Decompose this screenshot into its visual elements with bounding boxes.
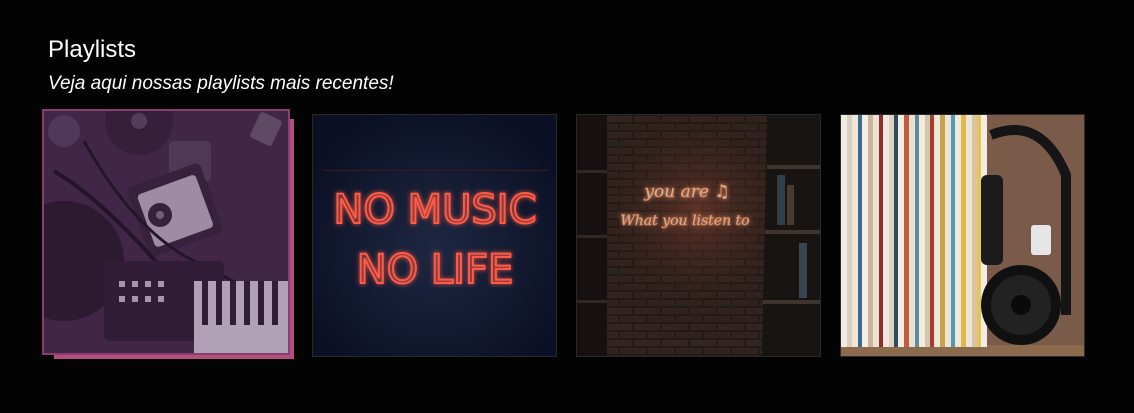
playlist-cover-vinyl-records (840, 114, 1085, 357)
neon-text-line2: NO LIFE (357, 247, 513, 293)
neon-text-line1: NO MUSIC (333, 187, 536, 233)
playlist-card-no-music-no-life[interactable]: NO MUSIC NO LIFE (312, 114, 557, 357)
playlist-card-brick-wall-neon[interactable]: you are ♫ What you listen to (576, 114, 821, 357)
playlist-card-vinyl-records[interactable] (840, 114, 1085, 357)
playlist-card-studio-gear[interactable] (42, 109, 294, 359)
section-title: Playlists (48, 36, 137, 63)
section-subtitle: Veja aqui nossas playlists mais recentes… (48, 73, 394, 94)
playlist-cover-no-music-no-life: NO MUSIC NO LIFE (312, 114, 557, 357)
playlist-cover-brick-wall-neon: you are ♫ What you listen to (576, 114, 821, 357)
playlists-section: Playlists Veja aqui nossas playlists mai… (0, 0, 1134, 413)
playlist-cover-studio-gear (42, 109, 290, 355)
